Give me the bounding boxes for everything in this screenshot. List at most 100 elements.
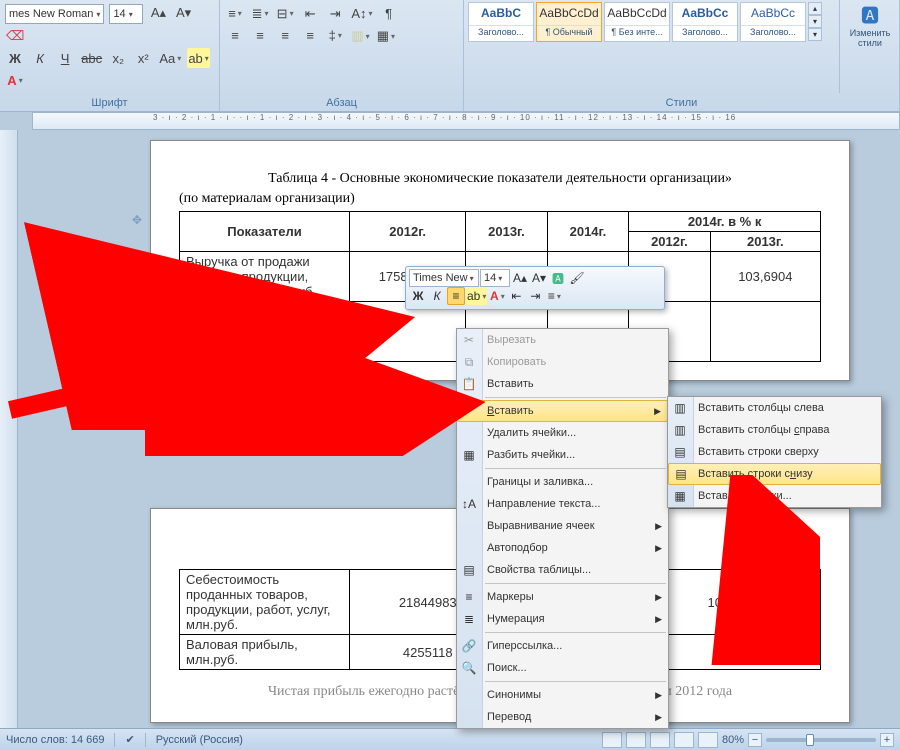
mini-shrink-font[interactable]: A▾ (530, 269, 548, 287)
highlight-button[interactable]: ab (187, 48, 209, 68)
insert-submenu[interactable]: ▥Вставить столбцы слева ▥Вставить столбц… (667, 396, 882, 508)
ctx-text-direction[interactable]: ↕AНаправление текста... (457, 493, 668, 515)
mini-styles-icon[interactable]: 🅰 (549, 269, 567, 287)
style-gallery-scroll[interactable]: ▴▾▾ (808, 2, 822, 41)
th-p2012[interactable]: 2012г. (629, 232, 710, 252)
ctx-split-cells[interactable]: ▦Разбить ячейки... (457, 444, 668, 466)
line-spacing-button[interactable]: ‡ (325, 26, 345, 46)
view-outline[interactable] (674, 732, 694, 748)
ctx-synonyms[interactable]: Синонимы▶ (457, 684, 668, 706)
th-p2013[interactable]: 2013г. (710, 232, 820, 252)
outdent-button[interactable]: ⇤ (300, 4, 320, 24)
horizontal-ruler[interactable]: 3 · ı · 2 · ı · 1 · ı · · ı · 1 · ı · 2 … (32, 112, 900, 130)
th-2014[interactable]: 2014г. (547, 212, 628, 252)
ctx-borders[interactable]: Границы и заливка... (457, 471, 668, 493)
mini-toolbar[interactable]: Times New▾ 14▾ A▴ A▾ 🅰 🖌 Ж К ≡ ab A ⇤ ⇥ … (405, 266, 665, 310)
style-tile-normal[interactable]: AaBbCcDd¶ Обычный (536, 2, 602, 42)
ctx-hyperlink[interactable]: 🔗Гиперссылка... (457, 635, 668, 657)
th-2013[interactable]: 2013г. (466, 212, 547, 252)
zoom-in-button[interactable]: + (880, 733, 894, 747)
style-tile-nospacing[interactable]: AaBbCcDd¶ Без инте... (604, 2, 670, 42)
sub-cols-right[interactable]: ▥Вставить столбцы справа (668, 419, 881, 441)
style-tile-heading2[interactable]: AaBbCcЗаголово... (672, 2, 738, 42)
view-draft[interactable] (698, 732, 718, 748)
mini-italic[interactable]: К (428, 287, 446, 305)
ctx-table-props[interactable]: ▤Свойства таблицы... (457, 559, 668, 581)
style-tile-heading3[interactable]: AaBbCcЗаголово... (740, 2, 806, 42)
th-percent[interactable]: 2014г. в % к (629, 212, 821, 232)
cell-v5[interactable]: 102,84707 (656, 570, 821, 635)
cell-v5[interactable]: 98 (656, 635, 821, 670)
bullets-button[interactable]: ≡ (225, 3, 245, 23)
view-print-layout[interactable] (602, 732, 622, 748)
align-left-button[interactable]: ≡ (225, 26, 245, 46)
vertical-ruler[interactable] (0, 130, 18, 750)
bold-button[interactable]: Ж (5, 48, 25, 68)
style-gallery[interactable]: AaBbCЗаголово... AaBbCcDd¶ Обычный AaBbC… (468, 2, 806, 42)
show-marks-button[interactable]: ¶ (379, 3, 399, 23)
ctx-paste[interactable]: 📋Вставить (457, 373, 668, 395)
ctx-cell-alignment[interactable]: Выравнивание ячеек▶ (457, 515, 668, 537)
sub-cells[interactable]: ▦Вставить ячейки... (668, 485, 881, 507)
align-center-button[interactable]: ≡ (250, 26, 270, 46)
shrink-font-button[interactable]: A▾ (174, 3, 194, 23)
cell-label[interactable]: Себестоимость проданных товаров, продукц… (180, 570, 350, 635)
ctx-copy[interactable]: ⧉Копировать (457, 351, 668, 373)
ctx-insert[interactable]: Вставить▶ (457, 400, 668, 422)
document-area[interactable]: ✥ Таблица 4 - Основные экономические пок… (0, 130, 900, 750)
mini-font-color[interactable]: A (488, 287, 506, 305)
ctx-autofit[interactable]: Автоподбор▶ (457, 537, 668, 559)
multilevel-button[interactable]: ⊟ (275, 4, 295, 24)
mini-bold[interactable]: Ж (409, 287, 427, 305)
ctx-delete-cells[interactable]: Удалить ячейки... (457, 422, 668, 444)
shading-button[interactable]: ▥ (350, 26, 370, 46)
proofing-icon[interactable]: ✔ (125, 733, 134, 746)
mini-font-combo[interactable]: Times New▾ (409, 269, 479, 287)
mini-bullets[interactable]: ≡ (545, 287, 563, 305)
superscript-button[interactable]: x² (133, 48, 153, 68)
mini-outdent[interactable]: ⇤ (507, 287, 525, 305)
mini-highlight[interactable]: ab (466, 287, 487, 305)
change-styles-button[interactable]: 🅰 Изменить стили (844, 2, 896, 42)
strike-button[interactable]: abc (80, 48, 103, 68)
ctx-bullets[interactable]: ≡Маркеры▶ (457, 586, 668, 608)
zoom-out-button[interactable]: − (748, 733, 762, 747)
numbering-button[interactable]: ≣ (250, 4, 270, 24)
mini-size-combo[interactable]: 14▾ (480, 269, 510, 287)
view-web-layout[interactable] (650, 732, 670, 748)
zoom-slider[interactable] (766, 738, 876, 742)
cell-label[interactable]: Выручка от продажи товаров, продукции, р… (180, 252, 350, 302)
cell-label[interactable]: Валовая прибыль, млн.руб. (180, 635, 350, 670)
th-2012[interactable]: 2012г. (350, 212, 466, 252)
context-menu[interactable]: ✂Вырезать ⧉Копировать 📋Вставить Вставить… (456, 328, 669, 729)
sub-cols-left[interactable]: ▥Вставить столбцы слева (668, 397, 881, 419)
mini-format-painter[interactable]: 🖌 (568, 269, 586, 287)
cell-empty[interactable] (180, 302, 350, 362)
ctx-translate[interactable]: Перевод▶ (457, 706, 668, 728)
align-right-button[interactable]: ≡ (275, 26, 295, 46)
language-label[interactable]: Русский (Россия) (156, 734, 243, 746)
table-anchor-icon[interactable]: ✥ (132, 213, 142, 227)
clear-format-button[interactable]: ⌫ (5, 26, 25, 46)
case-button[interactable]: Aa (158, 48, 182, 68)
zoom-label[interactable]: 80% (722, 734, 744, 746)
subscript-button[interactable]: x₂ (108, 48, 128, 68)
indent-button[interactable]: ⇥ (325, 4, 345, 24)
style-tile-heading1[interactable]: AaBbCЗаголово... (468, 2, 534, 42)
font-size-combo[interactable]: 14▾ (109, 4, 143, 24)
font-color-button[interactable]: A (5, 70, 25, 90)
mini-grow-font[interactable]: A▴ (511, 269, 529, 287)
th-indicator[interactable]: Показатели (180, 212, 350, 252)
borders-button[interactable]: ▦ (376, 26, 396, 46)
ctx-cut[interactable]: ✂Вырезать (457, 329, 668, 351)
justify-button[interactable]: ≡ (300, 26, 320, 46)
word-count[interactable]: Число слов: 14 669 (6, 734, 104, 746)
mini-indent[interactable]: ⇥ (526, 287, 544, 305)
ctx-numbering[interactable]: ≣Нумерация▶ (457, 608, 668, 630)
font-name-combo[interactable]: mes New Roman▾ (5, 4, 104, 24)
italic-button[interactable]: К (30, 48, 50, 68)
sub-rows-above[interactable]: ▤Вставить строки сверху (668, 441, 881, 463)
underline-button[interactable]: Ч (55, 48, 75, 68)
mini-align-center[interactable]: ≡ (447, 287, 465, 305)
sort-button[interactable]: A↕ (350, 3, 373, 23)
